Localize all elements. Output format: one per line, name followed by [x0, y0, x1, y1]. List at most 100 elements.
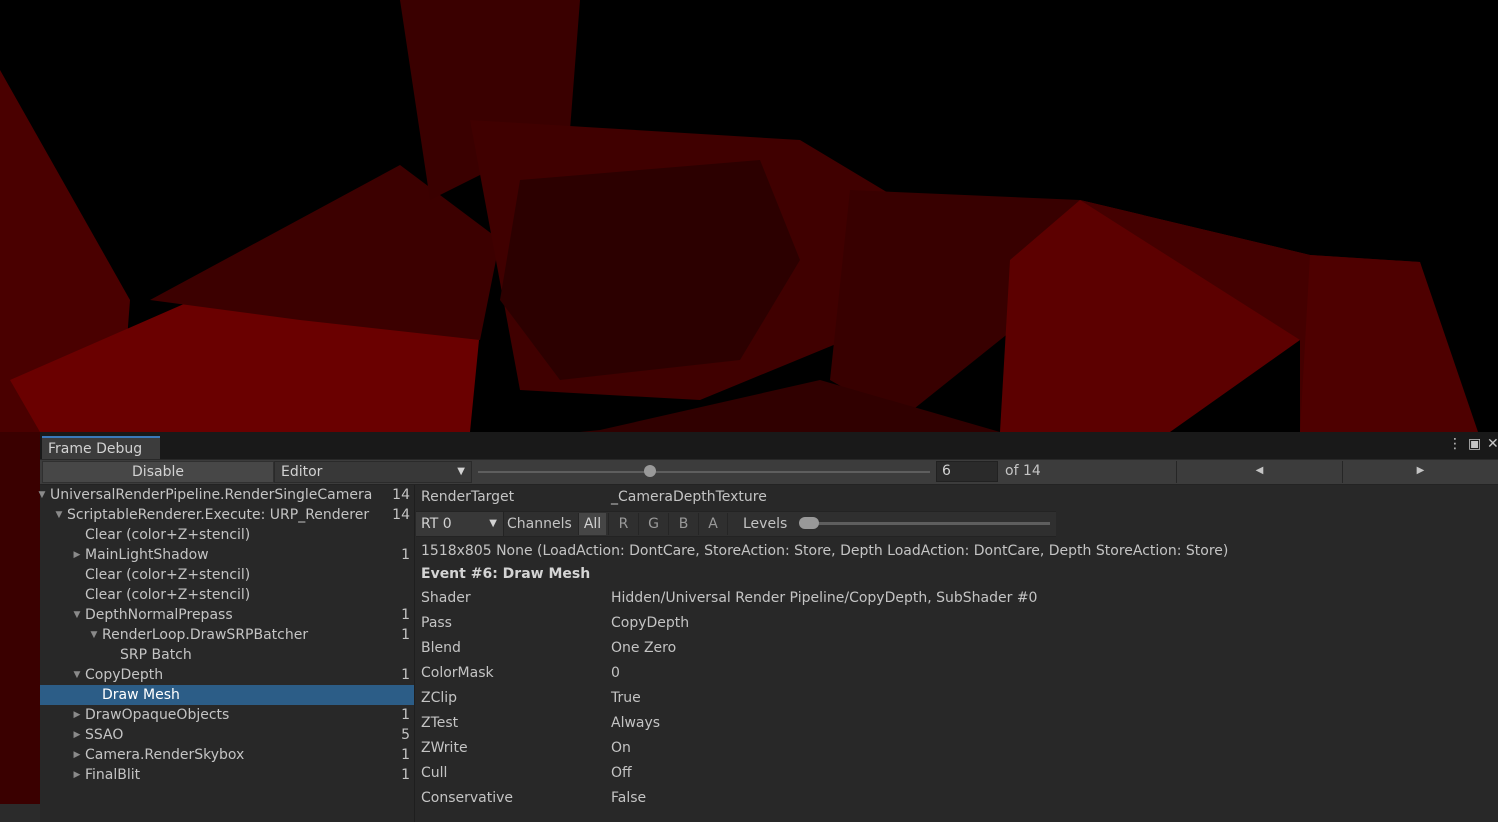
tree-item-count: 1 [401, 747, 410, 763]
next-event-button[interactable]: ▶ [1342, 461, 1498, 483]
levels-slider[interactable] [804, 522, 1050, 525]
property-value: False [611, 790, 647, 806]
kebab-menu-icon[interactable]: ⋮ [1448, 436, 1462, 452]
tree-item[interactable]: ▼ DepthNormalPrepass 1 [40, 605, 414, 625]
property-value: Always [611, 715, 661, 731]
event-title: Event #6: Draw Mesh [421, 566, 591, 582]
target-dropdown[interactable]: Editor ▼ [274, 461, 472, 483]
event-total-label: of 14 [1005, 463, 1041, 479]
event-details-panel: RenderTarget _CameraDepthTexture RT 0 ▼ … [416, 485, 1498, 822]
property-name: ZTest [421, 715, 459, 731]
game-viewport [0, 0, 1498, 432]
tree-item[interactable]: ▼ UniversalRenderPipeline.RenderSingleCam… [39, 485, 414, 505]
tree-item-count: 5 [401, 727, 410, 743]
tree-item-label: SSAO [85, 727, 124, 743]
chevron-down-icon: ▼ [489, 518, 497, 529]
tree-item[interactable]: ▶ SSAO 5 [40, 725, 414, 745]
property-name: Blend [421, 640, 461, 656]
tree-item[interactable]: Draw Mesh [40, 685, 414, 705]
tree-item-label: FinalBlit [85, 767, 141, 783]
tab-frame-debug[interactable]: Frame Debug [42, 436, 160, 459]
collapsed-arrow-icon[interactable]: ▶ [71, 725, 83, 745]
chevron-down-icon: ▼ [457, 466, 465, 477]
property-value: Hidden/Universal Render Pipeline/CopyDep… [611, 590, 1038, 606]
expanded-arrow-icon[interactable]: ▼ [71, 665, 83, 685]
channel-b-button[interactable]: B [668, 513, 698, 535]
channel-all-button[interactable]: All [578, 513, 606, 535]
property-name: ZWrite [421, 740, 468, 756]
expanded-arrow-icon[interactable]: ▼ [71, 605, 83, 625]
tree-item[interactable]: ▼ ScriptableRenderer.Execute: URP_Rendere… [40, 505, 414, 525]
channels-label: Channels [507, 516, 572, 532]
event-index-field[interactable]: 6 [936, 461, 998, 482]
property-name: Cull [421, 765, 448, 781]
previous-event-button[interactable]: ◀ [1176, 461, 1342, 483]
disable-button[interactable]: Disable [42, 461, 274, 483]
tree-item[interactable]: SRP Batch [40, 645, 414, 665]
tree-item-label: UniversalRenderPipeline.RenderSingleCame… [50, 487, 373, 503]
channel-a-button[interactable]: A [698, 513, 728, 535]
viewport-edge [0, 432, 40, 822]
expanded-arrow-icon[interactable]: ▼ [88, 625, 100, 645]
tree-item-label: RenderLoop.DrawSRPBatcher [102, 627, 309, 643]
tree-item-count: 1 [401, 667, 410, 683]
tree-item-label: Clear (color+Z+stencil) [85, 527, 251, 543]
tree-item-label: CopyDepth [85, 667, 164, 683]
collapsed-arrow-icon[interactable]: ▶ [71, 705, 83, 725]
target-dropdown-value: Editor [281, 464, 323, 480]
tree-item-label: DepthNormalPrepass [85, 607, 233, 623]
expanded-arrow-icon[interactable]: ▼ [53, 505, 65, 525]
event-slider-handle[interactable] [643, 465, 656, 477]
tree-item-label: DrawOpaqueObjects [85, 707, 230, 723]
tree-item[interactable]: Clear (color+Z+stencil) [40, 585, 414, 605]
tree-item-count: 14 [392, 487, 410, 503]
rt-dropdown-value: RT 0 [421, 516, 452, 532]
tree-item-count: 1 [401, 547, 410, 563]
tree-item[interactable]: ▶ FinalBlit 1 [40, 765, 414, 785]
maximize-icon[interactable]: ▣ [1468, 436, 1481, 452]
triangle-right-icon: ▶ [1416, 465, 1425, 476]
tree-item[interactable]: ▼ RenderLoop.DrawSRPBatcher 1 [40, 625, 414, 645]
event-hierarchy-tree: ▼ UniversalRenderPipeline.RenderSingleCam… [39, 485, 415, 822]
frame-debug-toolbar: Disable Editor ▼ 6 of 14 ◀ ▶ [40, 460, 1498, 485]
tree-item[interactable]: Clear (color+Z+stencil) [40, 525, 414, 545]
tree-item-label: Clear (color+Z+stencil) [85, 587, 251, 603]
tree-item-count: 1 [401, 767, 410, 783]
tree-item[interactable]: ▶ DrawOpaqueObjects 1 [40, 705, 414, 725]
tree-item[interactable]: Clear (color+Z+stencil) [40, 565, 414, 585]
render-target-value: _CameraDepthTexture [611, 489, 767, 505]
levels-label: Levels [743, 516, 788, 532]
tree-item-label: Draw Mesh [102, 687, 180, 703]
tree-item-label: Clear (color+Z+stencil) [85, 567, 251, 583]
levels-slider-handle[interactable] [799, 517, 819, 529]
tree-item[interactable]: ▶ Camera.RenderSkybox 1 [40, 745, 414, 765]
channel-r-button[interactable]: R [608, 513, 638, 535]
tree-item-label: ScriptableRenderer.Execute: URP_Renderer [67, 507, 370, 523]
property-name: Shader [421, 590, 471, 606]
property-value: Off [611, 765, 632, 781]
tree-item-count: 1 [401, 627, 410, 643]
collapsed-arrow-icon[interactable]: ▶ [71, 765, 83, 785]
property-name: Conservative [421, 790, 514, 806]
channel-g-button[interactable]: G [638, 513, 668, 535]
frame-debugger-window: Frame Debug ⋮ ▣ ✕ Disable Editor ▼ 6 of … [39, 432, 1498, 822]
tree-item[interactable]: ▼ CopyDepth 1 [40, 665, 414, 685]
collapsed-arrow-icon[interactable]: ▶ [71, 545, 83, 565]
property-value: CopyDepth [611, 615, 690, 631]
expanded-arrow-icon[interactable]: ▼ [36, 485, 48, 505]
rt-dropdown[interactable]: RT 0 ▼ [416, 512, 504, 536]
tree-item[interactable]: ▶ MainLightShadow 1 [40, 545, 414, 565]
tree-item-label: SRP Batch [120, 647, 192, 663]
event-title-row: Event #6: Draw Mesh [421, 564, 590, 584]
property-name: Pass [421, 615, 452, 631]
channels-toolbar: RT 0 ▼ Channels All R G B A Levels [416, 511, 1056, 537]
event-slider[interactable] [478, 471, 930, 473]
close-icon[interactable]: ✕ [1487, 436, 1498, 452]
property-value: One Zero [611, 640, 677, 656]
tree-item-count: 1 [401, 707, 410, 723]
property-value: True [611, 690, 641, 706]
collapsed-arrow-icon[interactable]: ▶ [71, 745, 83, 765]
tree-item-label: Camera.RenderSkybox [85, 747, 245, 763]
property-value: 0 [611, 665, 620, 681]
tree-item-count: 1 [401, 607, 410, 623]
